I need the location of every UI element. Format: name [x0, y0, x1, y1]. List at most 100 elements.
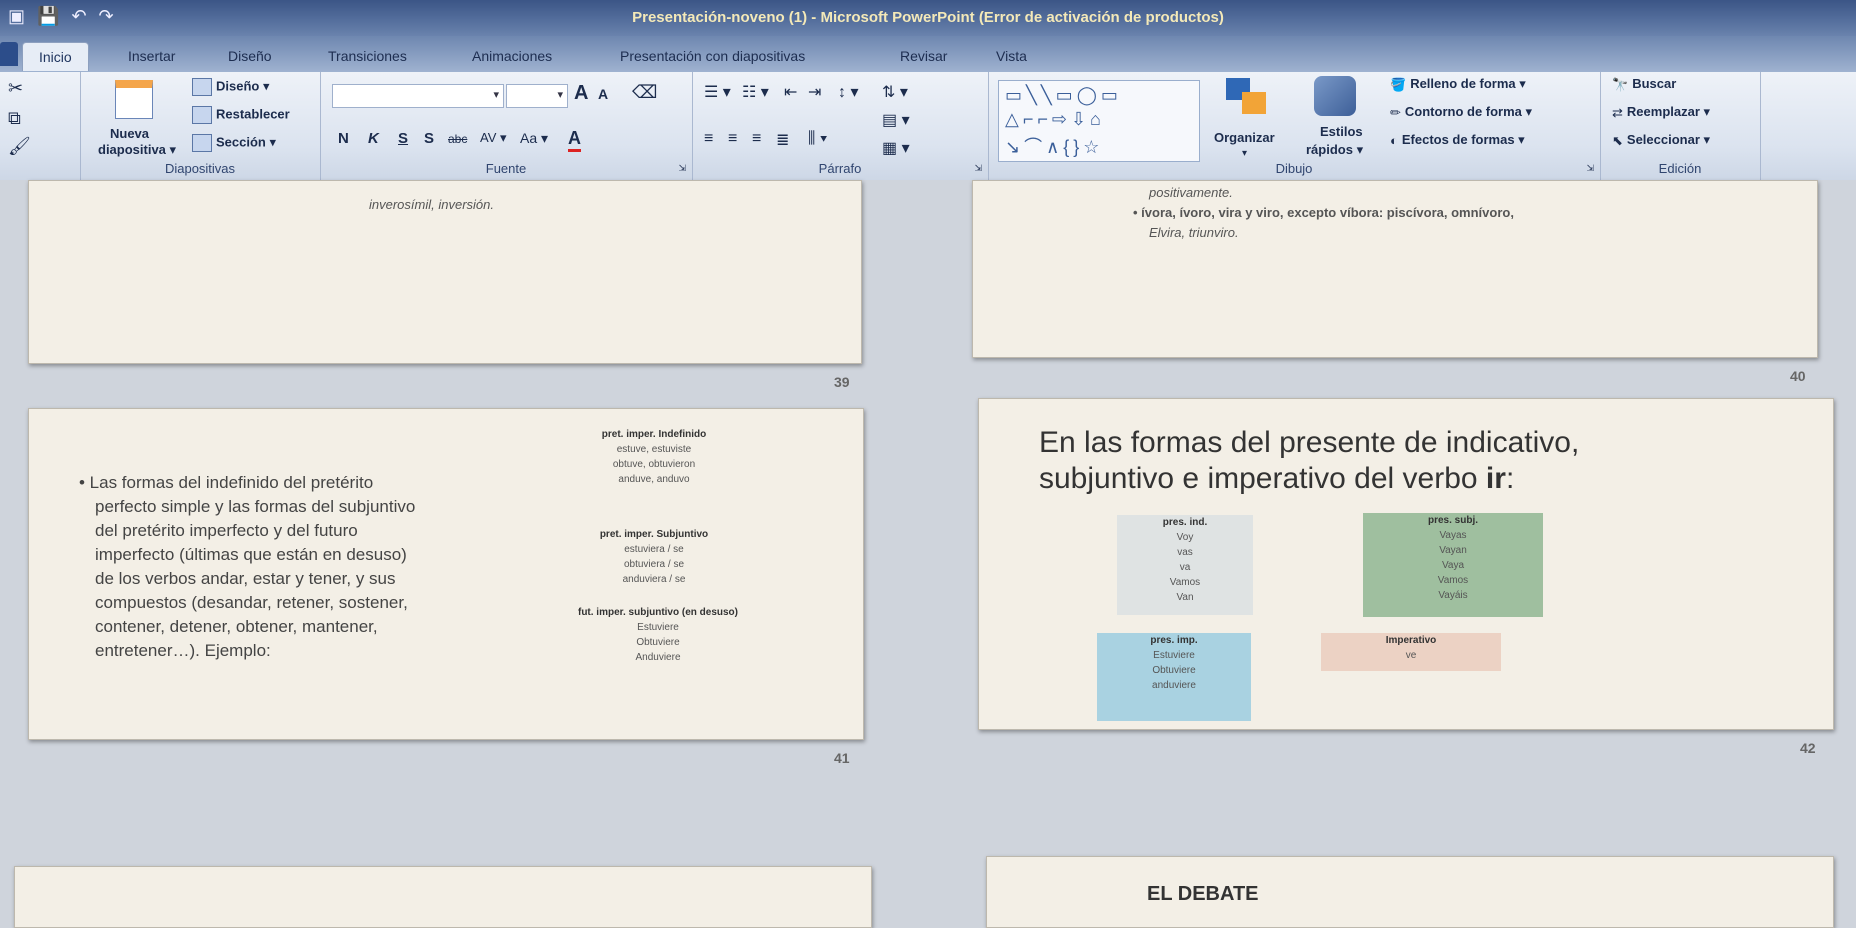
shadow-button[interactable]: S [424, 130, 434, 147]
shrink-font-button[interactable]: A [598, 86, 608, 102]
change-case-button[interactable]: Aa ▾ [520, 130, 548, 147]
slide-40[interactable]: positivamente. • ívora, ívoro, vira y vi… [972, 180, 1818, 358]
box-imperativo-line: ve [1405, 650, 1417, 661]
increase-indent-icon[interactable]: ⇥ [808, 82, 821, 102]
line-spacing-icon[interactable]: ↕ ▾ [838, 82, 858, 102]
block-subjuntivo-line: obtuviera / se [623, 559, 685, 570]
slide-43[interactable] [14, 866, 872, 928]
box-subj-line: Vayáis [1438, 590, 1468, 601]
tab-animaciones[interactable]: Animaciones [472, 48, 552, 64]
replace-button[interactable]: ⇄ Reemplazar ▾ [1612, 104, 1710, 121]
file-tab[interactable] [0, 42, 18, 66]
slide-41-block-futuro: fut. imper. subjuntivo (en desuso) Estuv… [553, 605, 763, 665]
box-imp-line: anduviere [1152, 680, 1196, 691]
align-center-icon[interactable]: ≡ [728, 130, 737, 148]
font-name-combo[interactable]: ▾ [332, 84, 504, 108]
layout-button[interactable]: Diseño ▾ [192, 78, 269, 96]
grow-font-button[interactable]: A [574, 82, 588, 105]
dibujo-dialog-launcher-icon[interactable]: ⇲ [1586, 163, 1594, 174]
smartart-icon[interactable]: ▦ ▾ [882, 138, 910, 158]
slide-42[interactable]: En las formas del presente de indicativo… [978, 398, 1834, 730]
binoculars-icon: 🔭 [1612, 76, 1629, 92]
group-label-diapositivas: Diapositivas [164, 161, 236, 176]
new-slide-icon[interactable] [104, 80, 164, 120]
effects-icon: ◐ [1390, 133, 1398, 149]
shape-effects-button[interactable]: ◐ Efectos de formas ▾ [1390, 132, 1525, 148]
bold-button[interactable]: N [338, 130, 349, 147]
decrease-indent-icon[interactable]: ⇤ [784, 82, 797, 102]
group-edicion: 🔭 Buscar ⇄ Reemplazar ▾ ⬉ Seleccionar ▾ Edi… [1600, 72, 1761, 180]
box-subj-line: Vamos [1437, 575, 1469, 586]
ribbon-tabs: Inicio Insertar Diseño Transiciones Anim… [0, 36, 1856, 72]
strikethrough-button[interactable]: abc [448, 132, 467, 146]
slide-number-42: 42 [1800, 740, 1816, 756]
arrange-icon[interactable] [1226, 78, 1272, 118]
tab-diseno[interactable]: Diseño [228, 48, 272, 64]
reset-button[interactable]: Restablecer [192, 106, 290, 124]
slide-40-line2: • ívora, ívoro, vira y viro, excepto víb… [1133, 205, 1514, 220]
justify-icon[interactable]: ≣ [776, 130, 789, 150]
arrange-button[interactable]: Organizar [1214, 130, 1275, 145]
tab-vista[interactable]: Vista [996, 48, 1027, 64]
slide-number-40: 40 [1790, 368, 1806, 384]
box-ind-line: va [1179, 562, 1191, 573]
slide-41-bullet-line-1: • Las formas del indefinido del pretérit… [79, 473, 374, 492]
tab-presentacion[interactable]: Presentación con diapositivas [620, 48, 805, 64]
columns-icon[interactable]: ⫼ ▾ [808, 130, 828, 148]
block-indefinido-heading: pret. imper. Indefinido [601, 429, 707, 440]
underline-button[interactable]: S [398, 130, 408, 147]
text-direction-icon[interactable]: ⇅ ▾ [882, 82, 908, 102]
format-painter-icon[interactable]: 🖌 [8, 136, 31, 157]
italic-button[interactable]: K [368, 130, 379, 147]
bullets-icon[interactable]: ☰ ▾ [704, 82, 731, 102]
clear-format-icon[interactable]: ⌫ [632, 82, 657, 103]
group-fuente: ▾ ▾ A A ⌫ N K S S abc AV ▾ Aa ▾ A Fuente… [320, 72, 693, 180]
block-futuro-line: Obtuviere [636, 637, 680, 648]
tab-insertar[interactable]: Insertar [128, 48, 175, 64]
shapes-gallery[interactable]: ▭╲╲▭◯▭ △⌐⌐⇨⇩⌂ ↘⌒∧{}☆ [998, 80, 1200, 162]
numbering-icon[interactable]: ☷ ▾ [742, 82, 769, 102]
quick-styles-button[interactable]: Estilos [1320, 124, 1363, 139]
slide-41-block-indefinido: pret. imper. Indefinido estuve, estuvist… [569, 427, 739, 487]
shape-fill-button[interactable]: 🪣 Relleno de forma ▾ [1390, 76, 1526, 93]
block-subjuntivo-line: anduviera / se [622, 574, 686, 585]
tab-inicio[interactable]: Inicio [22, 42, 89, 71]
arrange-dropdown-icon[interactable]: ▾ [1242, 148, 1247, 159]
tab-revisar[interactable]: Revisar [900, 48, 947, 64]
slide-39[interactable]: inverosímil, inversión. [28, 180, 862, 364]
align-left-icon[interactable]: ≡ [704, 130, 713, 148]
slide-41-bullet-line-4: imperfecto (últimas que están en desuso) [95, 545, 407, 564]
box-subj-line: Vayan [1439, 545, 1467, 556]
shape-outline-button[interactable]: ✏ Contorno de forma ▾ [1390, 104, 1532, 121]
slide-42-title-line-1: En las formas del presente de indicativo… [1039, 426, 1580, 459]
section-button[interactable]: Sección ▾ [192, 134, 276, 152]
quick-styles-icon[interactable] [1314, 76, 1356, 116]
box-ind-line: Voy [1176, 532, 1194, 543]
slide-44[interactable]: EL DEBATE [986, 856, 1834, 928]
new-slide-dropdown[interactable]: diapositiva ▾ [98, 142, 176, 158]
slide-41[interactable]: • Las formas del indefinido del pretérit… [28, 408, 864, 740]
cut-icon[interactable]: ✂ [8, 78, 23, 99]
slide-40-line3: Elvira, triunviro. [1149, 225, 1239, 240]
quick-styles-dropdown[interactable]: rápidos ▾ [1306, 142, 1363, 158]
tab-transiciones[interactable]: Transiciones [328, 48, 407, 64]
find-button[interactable]: 🔭 Buscar [1612, 76, 1676, 93]
font-size-combo[interactable]: ▾ [506, 84, 568, 108]
align-text-icon[interactable]: ▤ ▾ [882, 110, 910, 130]
block-subjuntivo-heading: pret. imper. Subjuntivo [599, 529, 709, 540]
block-futuro-line: Estuviere [637, 622, 679, 633]
char-spacing-button[interactable]: AV ▾ [480, 130, 507, 146]
slide-sorter-view[interactable]: inverosímil, inversión. 39 positivamente… [0, 180, 1856, 928]
copy-icon[interactable]: ⧉ [8, 108, 21, 129]
font-color-button[interactable]: A [568, 128, 581, 152]
fuente-dialog-launcher-icon[interactable]: ⇲ [678, 163, 686, 174]
slide-41-bullet-line-6: compuestos (desandar, retener, sostener, [95, 593, 408, 612]
box-imperativo: Imperativo ve [1321, 633, 1501, 671]
slide-number-39: 39 [834, 374, 850, 390]
slide-41-block-subjuntivo: pret. imper. Subjuntivo estuviera / se o… [569, 527, 739, 587]
cursor-icon: ⬉ [1612, 132, 1623, 148]
select-button[interactable]: ⬉ Seleccionar ▾ [1612, 132, 1710, 149]
parrafo-dialog-launcher-icon[interactable]: ⇲ [974, 163, 982, 174]
new-slide-button[interactable]: Nueva [110, 126, 149, 141]
align-right-icon[interactable]: ≡ [752, 130, 761, 148]
